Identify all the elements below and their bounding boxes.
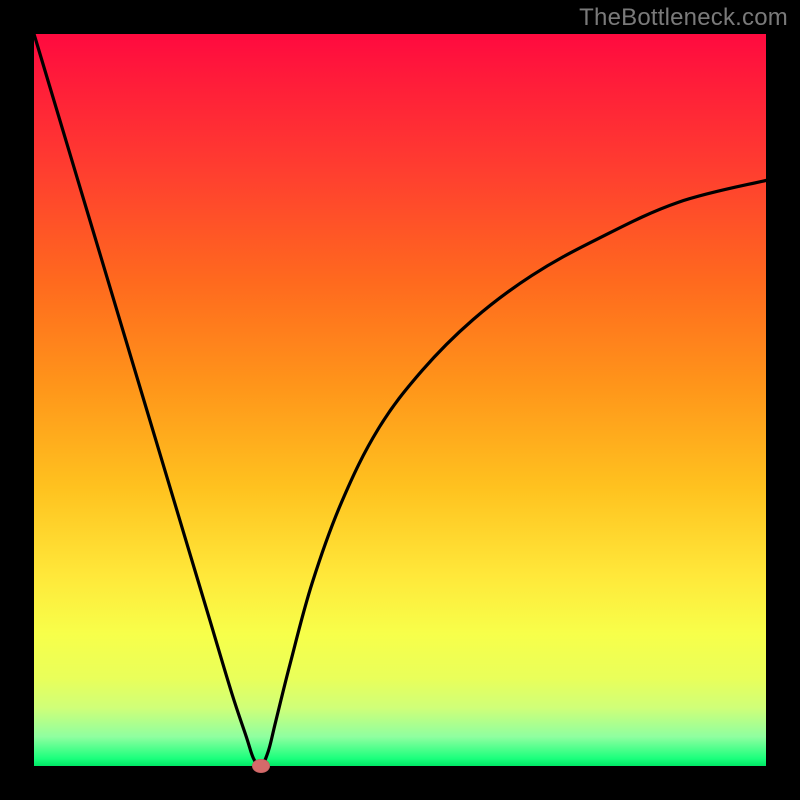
chart-frame: TheBottleneck.com <box>0 0 800 800</box>
curve-path <box>34 34 766 766</box>
minimum-marker <box>252 759 270 773</box>
bottleneck-curve <box>34 34 766 766</box>
watermark-text: TheBottleneck.com <box>579 4 788 32</box>
plot-area <box>34 34 766 766</box>
